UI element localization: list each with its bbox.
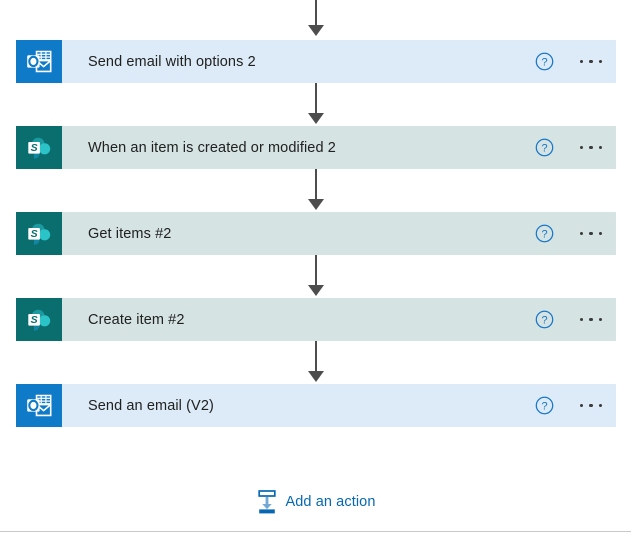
help-circle-icon[interactable]: ?	[533, 309, 555, 331]
help-circle-icon[interactable]: ?	[533, 395, 555, 417]
svg-text:S: S	[31, 314, 38, 326]
add-action-label: Add an action	[285, 494, 376, 510]
flow-step-title: Send an email (V2)	[88, 397, 214, 414]
flow-step-card[interactable]: Send email with options 2 ?	[16, 40, 616, 83]
flow-step-title: Get items #2	[88, 225, 172, 242]
outlook-icon	[16, 384, 62, 427]
more-options-icon[interactable]	[575, 394, 607, 418]
flow-step-card[interactable]: S Get items #2 ?	[16, 212, 616, 255]
help-circle-icon[interactable]: ?	[533, 51, 555, 73]
help-circle-icon[interactable]: ?	[533, 223, 555, 245]
flow-step-title: Send email with options 2	[88, 53, 256, 70]
flow-step-title: When an item is created or modified 2	[88, 139, 336, 156]
more-options-icon[interactable]	[575, 50, 607, 74]
bottom-divider	[0, 531, 631, 532]
flow-step-card[interactable]: S Create item #2 ?	[16, 298, 616, 341]
flow-step-title: Create item #2	[88, 311, 185, 328]
svg-text:?: ?	[541, 229, 547, 241]
more-options-icon[interactable]	[575, 222, 607, 246]
sharepoint-icon: S	[16, 126, 62, 169]
svg-text:?: ?	[541, 315, 547, 327]
outlook-icon	[16, 40, 62, 83]
svg-text:?: ?	[541, 57, 547, 69]
add-action-button[interactable]: Add an action	[0, 489, 631, 515]
svg-text:S: S	[31, 142, 38, 154]
flow-designer-canvas: Send email with options 2 ? S When an it…	[0, 0, 631, 547]
more-options-icon[interactable]	[575, 308, 607, 332]
sharepoint-icon: S	[16, 212, 62, 255]
insert-below-icon	[256, 489, 278, 515]
more-options-icon[interactable]	[575, 136, 607, 160]
svg-text:?: ?	[541, 143, 547, 155]
sharepoint-icon: S	[16, 298, 62, 341]
svg-text:S: S	[31, 228, 38, 240]
svg-text:?: ?	[541, 401, 547, 413]
flow-step-card[interactable]: S When an item is created or modified 2 …	[16, 126, 616, 169]
help-circle-icon[interactable]: ?	[533, 137, 555, 159]
flow-step-card[interactable]: Send an email (V2) ?	[16, 384, 616, 427]
